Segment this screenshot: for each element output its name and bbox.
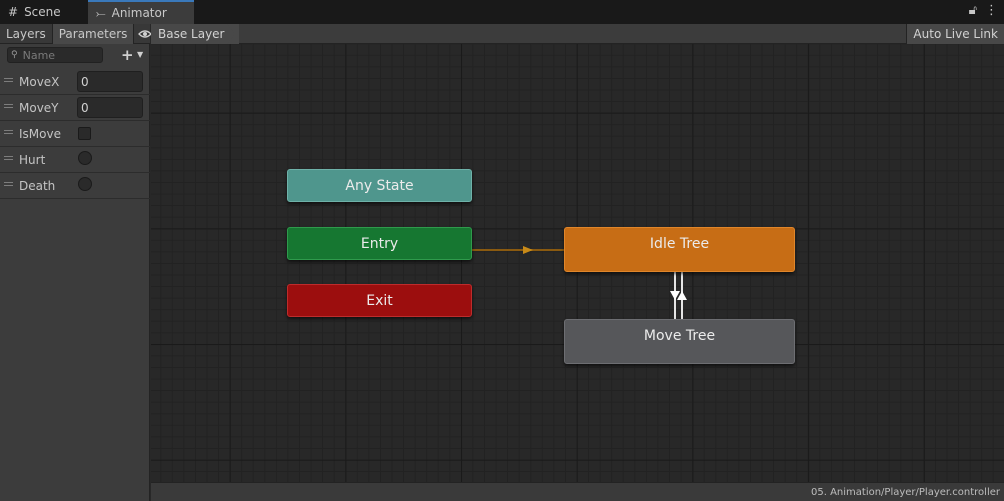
transition-arrow-up-icon	[677, 291, 687, 300]
lock-icon[interactable]: 🔓︎	[969, 3, 977, 18]
trigger-radio[interactable]	[78, 177, 92, 191]
parameter-name: Hurt	[19, 153, 46, 167]
state-any-state[interactable]: Any State	[287, 169, 472, 202]
animator-icon: ⤚	[96, 5, 106, 20]
parameter-name: MoveY	[19, 101, 59, 115]
state-move-tree[interactable]: Move Tree	[564, 319, 795, 364]
window-tab-bar: # Scene ⤚ Animator 🔓︎ ⋮	[0, 0, 1004, 24]
drag-handle-icon[interactable]	[4, 156, 13, 160]
drag-handle-icon[interactable]	[4, 104, 13, 108]
breadcrumb-arrow	[227, 24, 235, 44]
parameter-name: MoveX	[19, 75, 60, 89]
tab-layers[interactable]: Layers	[0, 24, 53, 44]
controller-path: 05. Animation/Player/Player.controller	[810, 487, 1000, 498]
state-entry[interactable]: Entry	[287, 227, 472, 260]
parameter-name: IsMove	[19, 127, 61, 141]
window-controls: 🔓︎ ⋮	[969, 3, 998, 18]
state-machine-graph[interactable]: Any State Entry Exit Idle Tree Move Tree	[151, 24, 1004, 482]
tab-animator[interactable]: ⤚ Animator	[88, 0, 194, 24]
parameter-row[interactable]: Hurt	[0, 147, 150, 173]
float-value-field[interactable]: 0	[77, 97, 143, 118]
parameter-row[interactable]: MoveX 0	[0, 69, 150, 95]
grid-icon: #	[8, 5, 19, 19]
search-placeholder: Name	[22, 48, 56, 62]
transition-arrow-icon	[523, 246, 533, 254]
auto-live-link-button[interactable]: Auto Live Link	[906, 24, 1004, 44]
drag-handle-icon[interactable]	[4, 130, 13, 134]
state-exit[interactable]: Exit	[287, 284, 472, 317]
parameter-search-input[interactable]: ⚲ Name	[7, 47, 103, 63]
tab-scene-label: Scene	[24, 5, 61, 19]
parameter-row[interactable]: MoveY 0	[0, 95, 150, 121]
breadcrumb[interactable]: Base Layer	[151, 24, 239, 44]
chevron-down-icon[interactable]: ▼	[137, 50, 143, 59]
parameter-name: Death	[19, 179, 56, 193]
tab-parameters[interactable]: Parameters	[52, 24, 135, 44]
parameter-row[interactable]: IsMove	[0, 121, 150, 147]
drag-handle-icon[interactable]	[4, 78, 13, 82]
tab-animator-label: Animator	[111, 6, 167, 20]
panel-tabs: Layers Parameters	[0, 24, 153, 44]
search-icon: ⚲	[11, 50, 18, 60]
parameters-panel: Layers Parameters ⚲ Name + ▼ MoveX 0 Mov…	[0, 24, 153, 501]
drag-handle-icon[interactable]	[4, 182, 13, 186]
trigger-radio[interactable]	[78, 151, 92, 165]
state-idle-tree[interactable]: Idle Tree	[564, 227, 795, 272]
graph-toolbar: Base Layer Auto Live Link	[151, 24, 1004, 44]
transition-arrow-down-icon	[670, 291, 680, 300]
float-value-field[interactable]: 0	[77, 71, 143, 92]
bool-checkbox[interactable]	[78, 127, 91, 140]
parameter-row[interactable]: Death	[0, 173, 150, 199]
tab-scene[interactable]: # Scene	[0, 0, 86, 24]
status-bar: 05. Animation/Player/Player.controller	[151, 482, 1004, 501]
more-vertical-icon[interactable]: ⋮	[985, 3, 998, 18]
plus-icon[interactable]: +	[121, 46, 134, 64]
